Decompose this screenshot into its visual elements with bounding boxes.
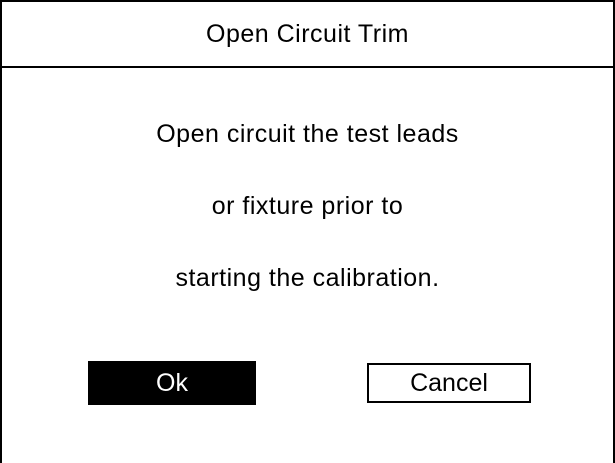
open-circuit-trim-dialog: Open Circuit Trim Open circuit the test … — [0, 0, 615, 463]
cancel-button[interactable]: Cancel — [367, 363, 531, 403]
dialog-title: Open Circuit Trim — [206, 19, 409, 48]
message-line-2: or fixture prior to — [211, 192, 404, 220]
message-line-1: Open circuit the test leads — [156, 120, 459, 148]
ok-button[interactable]: Ok — [88, 361, 256, 405]
cancel-button-label: Cancel — [410, 368, 488, 397]
message-line-3: starting the calibration. — [175, 264, 440, 292]
dialog-title-bar: Open Circuit Trim — [2, 2, 613, 68]
ok-button-label: Ok — [156, 368, 188, 397]
